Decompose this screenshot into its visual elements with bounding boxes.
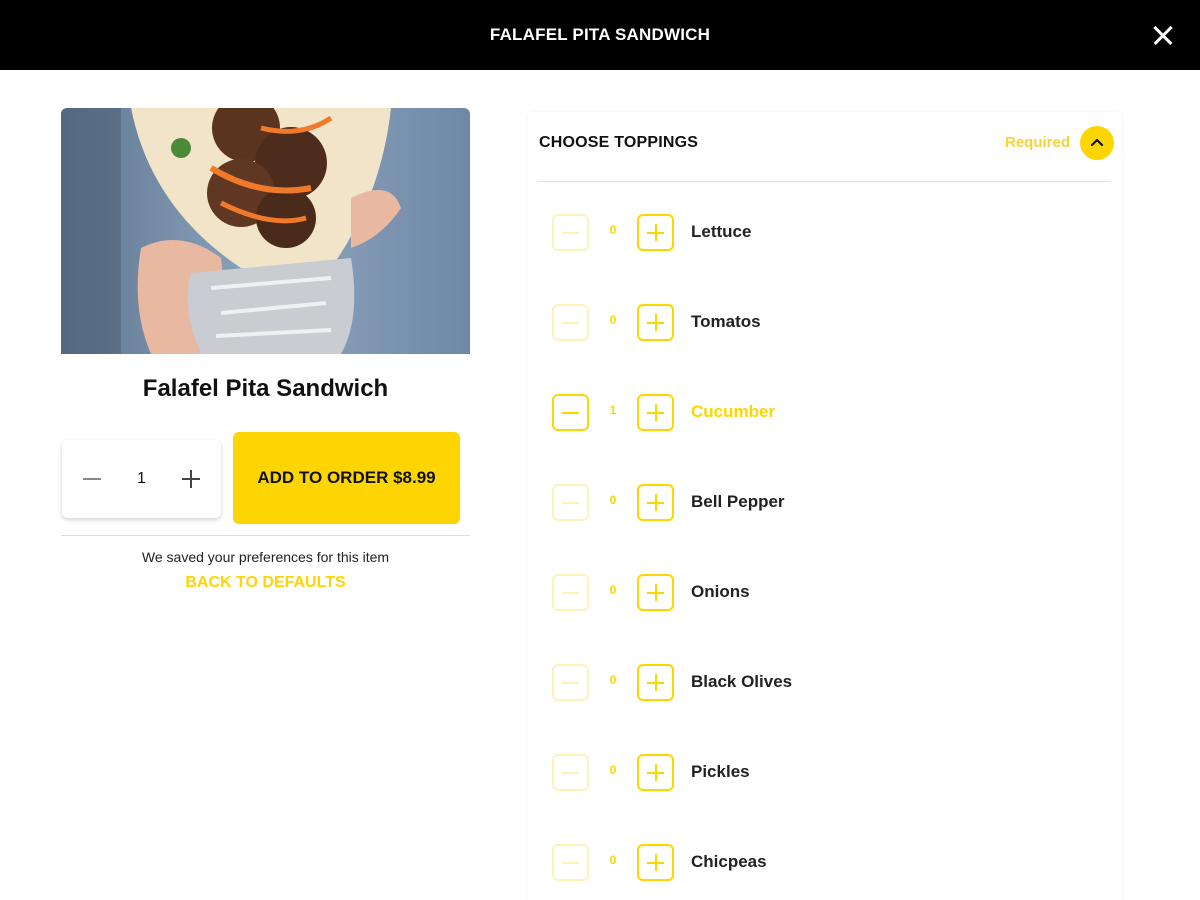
increase-topping-button[interactable] bbox=[637, 754, 674, 791]
close-icon[interactable] bbox=[1148, 20, 1178, 50]
topping-count: 0 bbox=[609, 853, 617, 867]
increase-topping-button[interactable] bbox=[637, 844, 674, 881]
decrease-topping-button[interactable] bbox=[552, 304, 589, 341]
item-photo bbox=[61, 108, 470, 354]
topping-label: Black Olives bbox=[691, 672, 793, 691]
minus-icon bbox=[562, 321, 579, 324]
decrease-topping-button[interactable] bbox=[552, 754, 589, 791]
quantity-value: 1 bbox=[137, 470, 146, 487]
topping-count: 0 bbox=[609, 493, 617, 507]
topping-label: Lettuce bbox=[691, 222, 752, 241]
minus-icon bbox=[562, 501, 579, 504]
minus-icon bbox=[562, 861, 579, 864]
increase-topping-button[interactable] bbox=[637, 574, 674, 611]
decrease-topping-button[interactable] bbox=[552, 394, 589, 431]
topping-count: 0 bbox=[609, 583, 617, 597]
decrease-quantity-button[interactable] bbox=[80, 467, 104, 491]
increase-topping-button[interactable] bbox=[637, 304, 674, 341]
minus-icon bbox=[562, 681, 579, 684]
decrease-topping-button[interactable] bbox=[552, 484, 589, 521]
quantity-stepper: 1 bbox=[62, 440, 221, 518]
topping-label: Bell Pepper bbox=[691, 492, 785, 511]
topping-row-tomatos: 0 Tomatos bbox=[552, 302, 1112, 342]
toppings-panel: CHOOSE TOPPINGS Required 0 Lettuce 0 Tom… bbox=[528, 112, 1122, 900]
toppings-header: CHOOSE TOPPINGS Required bbox=[538, 112, 1114, 182]
saved-preferences-note: We saved your preferences for this item bbox=[141, 549, 390, 565]
modal-title: FALAFEL PITA SANDWICH bbox=[489, 25, 711, 44]
topping-row-pickles: 0 Pickles bbox=[552, 752, 1112, 792]
divider bbox=[61, 535, 470, 536]
topping-row-chicpeas: 0 Chicpeas bbox=[552, 842, 1112, 882]
minus-icon bbox=[83, 478, 101, 480]
topping-row-onions: 0 Onions bbox=[552, 572, 1112, 612]
toppings-title: CHOOSE TOPPINGS bbox=[539, 134, 699, 151]
increase-topping-button[interactable] bbox=[637, 664, 674, 701]
increase-quantity-button[interactable] bbox=[179, 467, 203, 491]
topping-count: 1 bbox=[609, 403, 617, 417]
back-to-defaults-link[interactable]: BACK TO DEFAULTS bbox=[61, 574, 470, 592]
increase-topping-button[interactable] bbox=[637, 484, 674, 521]
decrease-topping-button[interactable] bbox=[552, 214, 589, 251]
topping-row-bell-pepper: 0 Bell Pepper bbox=[552, 482, 1112, 522]
topping-row-black-olives: 0 Black Olives bbox=[552, 662, 1112, 702]
topping-label: Tomatos bbox=[691, 312, 761, 331]
topping-label: Onions bbox=[691, 582, 750, 601]
minus-icon bbox=[562, 231, 579, 234]
chevron-up-icon[interactable] bbox=[1080, 126, 1114, 160]
topping-label: Pickles bbox=[691, 762, 750, 781]
topping-label: Cucumber bbox=[691, 402, 776, 421]
add-to-order-button[interactable]: ADD TO ORDER $8.99 bbox=[233, 432, 460, 524]
increase-topping-button[interactable] bbox=[637, 394, 674, 431]
topping-label: Chicpeas bbox=[691, 852, 767, 871]
modal-header: FALAFEL PITA SANDWICH bbox=[0, 0, 1200, 70]
topping-row-lettuce: 0 Lettuce bbox=[552, 212, 1112, 252]
minus-icon bbox=[562, 591, 579, 594]
decrease-topping-button[interactable] bbox=[552, 844, 589, 881]
decrease-topping-button[interactable] bbox=[552, 664, 589, 701]
item-name: Falafel Pita Sandwich bbox=[142, 375, 389, 402]
required-badge: Required bbox=[1004, 134, 1070, 151]
topping-count: 0 bbox=[609, 673, 617, 687]
topping-row-cucumber: 1 Cucumber bbox=[552, 392, 1112, 432]
topping-count: 0 bbox=[609, 763, 617, 777]
topping-count: 0 bbox=[609, 313, 617, 327]
minus-icon bbox=[562, 411, 579, 414]
decrease-topping-button[interactable] bbox=[552, 574, 589, 611]
increase-topping-button[interactable] bbox=[637, 214, 674, 251]
minus-icon bbox=[562, 771, 579, 774]
topping-count: 0 bbox=[609, 223, 617, 237]
